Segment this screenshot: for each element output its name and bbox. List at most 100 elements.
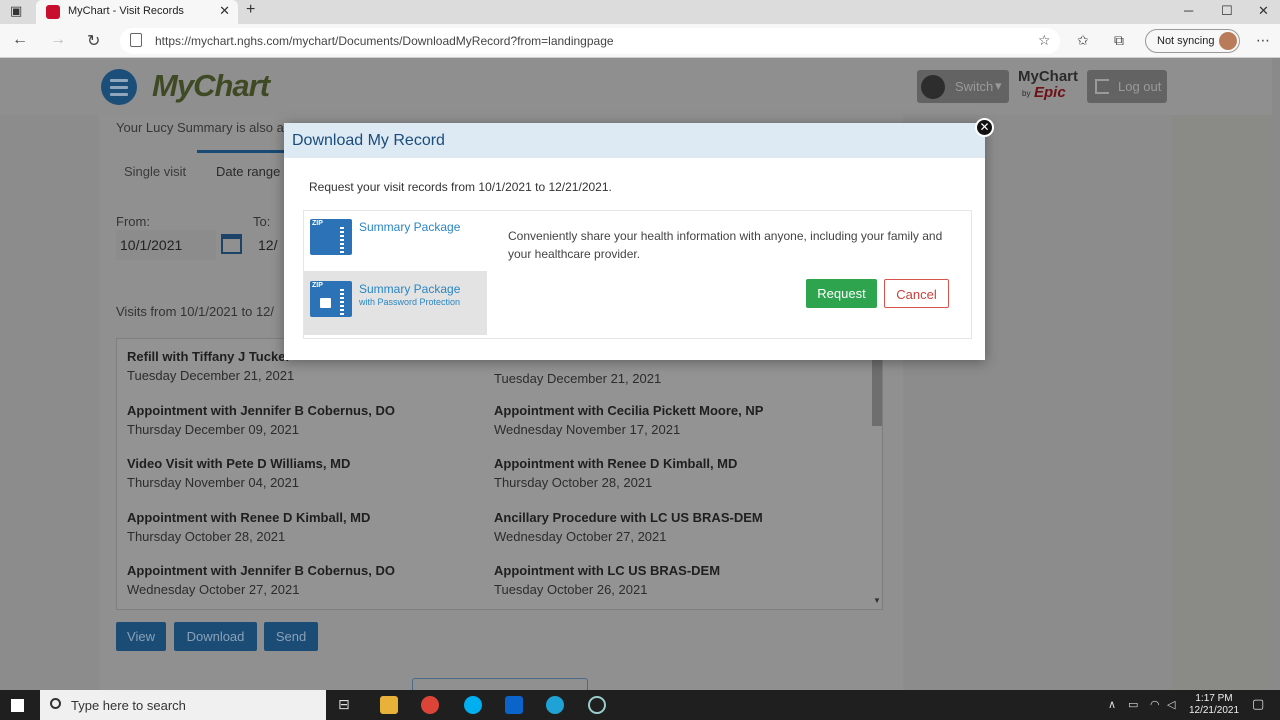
outlook-icon[interactable] bbox=[505, 696, 523, 714]
calendar-icon[interactable] bbox=[221, 234, 242, 254]
chrome-icon[interactable] bbox=[421, 696, 439, 714]
dialog-title: Download My Record bbox=[292, 132, 445, 149]
close-window-icon[interactable]: ✕ bbox=[1258, 3, 1269, 19]
close-dialog-icon[interactable]: ✕ bbox=[975, 118, 994, 137]
browser-tab-bar: ▣ MyChart - Visit Records ✕ + ─ ☐ ✕ bbox=[0, 0, 1280, 24]
list-item[interactable]: Video Visit with Pete D Williams, MD Thur… bbox=[127, 456, 350, 490]
sync-label: Not syncing bbox=[1157, 35, 1215, 47]
view-button[interactable]: View bbox=[116, 622, 166, 651]
summary-package-password-option[interactable]: ZIP Summary Package with Password Protec… bbox=[304, 271, 487, 335]
visit-title: Appointment with Jennifer B Cobernus, DO bbox=[127, 403, 395, 418]
list-item[interactable]: Appointment with LC US BRAS-DEM Tuesday O… bbox=[494, 563, 720, 597]
maximize-icon[interactable]: ☐ bbox=[1221, 3, 1233, 19]
visit-date: Tuesday December 21, 2021 bbox=[494, 371, 662, 386]
to-date-input[interactable]: 12/ bbox=[258, 237, 277, 253]
summary-package-option[interactable]: ZIP Summary Package bbox=[304, 211, 487, 271]
show-hidden-icons-icon[interactable]: ∧ bbox=[1108, 698, 1116, 711]
favorites-icon[interactable]: ✩ bbox=[1077, 32, 1089, 49]
dialog-header: Download My Record bbox=[284, 123, 985, 158]
user-avatar bbox=[921, 75, 945, 99]
list-item[interactable]: Appointment with Cecilia Pickett Moore, … bbox=[494, 403, 763, 437]
list-item[interactable]: Appointment with Jennifer B Cobernus, DO… bbox=[127, 563, 395, 597]
visit-date: Thursday October 28, 2021 bbox=[494, 475, 653, 490]
switch-button[interactable]: Switch ▾ bbox=[917, 70, 1009, 103]
add-favorite-icon[interactable]: ☆ bbox=[1038, 32, 1051, 49]
clock-date: 12/21/2021 bbox=[1188, 705, 1240, 716]
visit-date: Wednesday October 27, 2021 bbox=[127, 582, 300, 597]
cancel-button[interactable]: Cancel bbox=[884, 279, 949, 308]
zip-tag: ZIP bbox=[312, 282, 323, 289]
avatar bbox=[1219, 32, 1237, 50]
visits-range-label: Visits from 10/1/2021 to 12/ bbox=[116, 304, 275, 319]
visit-date: Thursday December 09, 2021 bbox=[127, 422, 299, 437]
refresh-icon[interactable]: ↻ bbox=[87, 31, 100, 51]
epic-logo-text: MyChart bbox=[1018, 68, 1079, 85]
back-icon[interactable]: ← bbox=[12, 31, 28, 49]
windows-start-icon[interactable] bbox=[11, 699, 24, 712]
app-icon[interactable] bbox=[588, 696, 606, 714]
request-button[interactable]: Request bbox=[806, 279, 877, 308]
download-button[interactable]: Download bbox=[174, 622, 257, 651]
edge-icon[interactable] bbox=[546, 696, 564, 714]
taskbar-clock[interactable]: 1:17 PM 12/21/2021 bbox=[1188, 693, 1240, 717]
back-button-partial[interactable] bbox=[412, 678, 588, 690]
zip-lock-icon: ZIP bbox=[310, 281, 352, 317]
file-explorer-icon[interactable] bbox=[380, 696, 398, 714]
minimize-icon[interactable]: ─ bbox=[1184, 3, 1193, 18]
request-label: Request bbox=[817, 286, 866, 301]
visit-date: Tuesday October 26, 2021 bbox=[494, 582, 648, 597]
visit-title: Ancillary Procedure with LC US BRAS-DEM bbox=[494, 510, 763, 525]
list-item[interactable]: Appointment with Renee D Kimball, MD Thur… bbox=[127, 510, 370, 544]
cancel-label: Cancel bbox=[896, 287, 937, 302]
browser-tab[interactable]: MyChart - Visit Records ✕ bbox=[36, 0, 238, 24]
send-button[interactable]: Send bbox=[264, 622, 318, 651]
switch-label: Switch bbox=[955, 79, 994, 94]
visit-date: Tuesday December 21, 2021 bbox=[127, 368, 295, 383]
logout-button[interactable]: Log out bbox=[1087, 70, 1167, 103]
summary-package-password-label: Summary Package bbox=[359, 282, 461, 296]
url-field[interactable]: https://mychart.nghs.com/mychart/Documen… bbox=[120, 28, 1060, 54]
list-item[interactable]: Appointment with Jennifer B Cobernus, DO… bbox=[127, 403, 395, 437]
wifi-icon[interactable]: ◠ bbox=[1150, 698, 1160, 711]
visit-title: Appointment with LC US BRAS-DEM bbox=[494, 563, 721, 578]
side-background bbox=[1172, 115, 1272, 690]
profile-sync-button[interactable]: Not syncing bbox=[1145, 29, 1240, 53]
list-item[interactable]: Refill with Tiffany J Tucker Tuesday Dece… bbox=[127, 349, 294, 383]
new-tab-icon[interactable]: + bbox=[246, 1, 255, 19]
mychart-header: MyChart Switch ▾ MyChart by Epic Log out bbox=[0, 58, 1272, 115]
package-description: Conveniently share your health informati… bbox=[508, 229, 943, 261]
mychart-by-epic-logo: MyChart by Epic bbox=[1016, 68, 1080, 104]
tab-actions-icon[interactable]: ▣ bbox=[10, 3, 22, 19]
visit-date: Wednesday October 27, 2021 bbox=[494, 529, 667, 544]
list-item[interactable]: Appointment with Renee D Kimball, MD Thur… bbox=[494, 456, 737, 490]
skype-icon[interactable] bbox=[464, 696, 482, 714]
logout-label: Log out bbox=[1118, 79, 1162, 94]
from-date-input[interactable]: 10/1/2021 bbox=[116, 230, 216, 260]
list-item[interactable]: Ancillary Procedure with LC US BRAS-DEM W… bbox=[494, 510, 763, 544]
list-item[interactable]: Tuesday December 21, 2021 bbox=[494, 367, 661, 386]
close-tab-icon[interactable]: ✕ bbox=[219, 3, 230, 19]
task-view-icon[interactable]: ⊟ bbox=[338, 696, 350, 713]
notifications-icon[interactable]: ▢ bbox=[1252, 696, 1264, 712]
tab-date-range[interactable]: Date range bbox=[216, 164, 280, 179]
mychart-logo: MyChart bbox=[152, 68, 270, 103]
epic-logo-by: by bbox=[1022, 89, 1031, 98]
menu-icon[interactable] bbox=[101, 69, 137, 105]
more-icon[interactable]: ⋯ bbox=[1256, 32, 1270, 49]
page-scrollbar[interactable] bbox=[1272, 58, 1280, 690]
password-protection-sublabel: with Password Protection bbox=[359, 297, 461, 307]
collections-icon[interactable]: ⧉ bbox=[1114, 32, 1124, 49]
forward-icon[interactable]: → bbox=[50, 31, 66, 49]
battery-icon[interactable]: ▭ bbox=[1128, 698, 1138, 711]
visit-title: Appointment with Jennifer B Cobernus, DO bbox=[127, 563, 395, 578]
taskbar-search-input[interactable]: Type here to search bbox=[40, 690, 326, 720]
zip-folder-icon: ZIP bbox=[310, 219, 352, 255]
visit-list-scrollbar[interactable] bbox=[872, 360, 882, 426]
tab-single-visit[interactable]: Single visit bbox=[124, 164, 186, 179]
tab-title: MyChart - Visit Records bbox=[68, 5, 184, 17]
visit-title: Video Visit with Pete D Williams, MD bbox=[127, 456, 351, 471]
volume-icon[interactable]: ◁ bbox=[1167, 698, 1175, 711]
scroll-down-icon[interactable]: ▼ bbox=[873, 596, 881, 605]
download-record-dialog: Download My Record Request your visit re… bbox=[284, 123, 985, 360]
send-label: Send bbox=[275, 629, 307, 644]
